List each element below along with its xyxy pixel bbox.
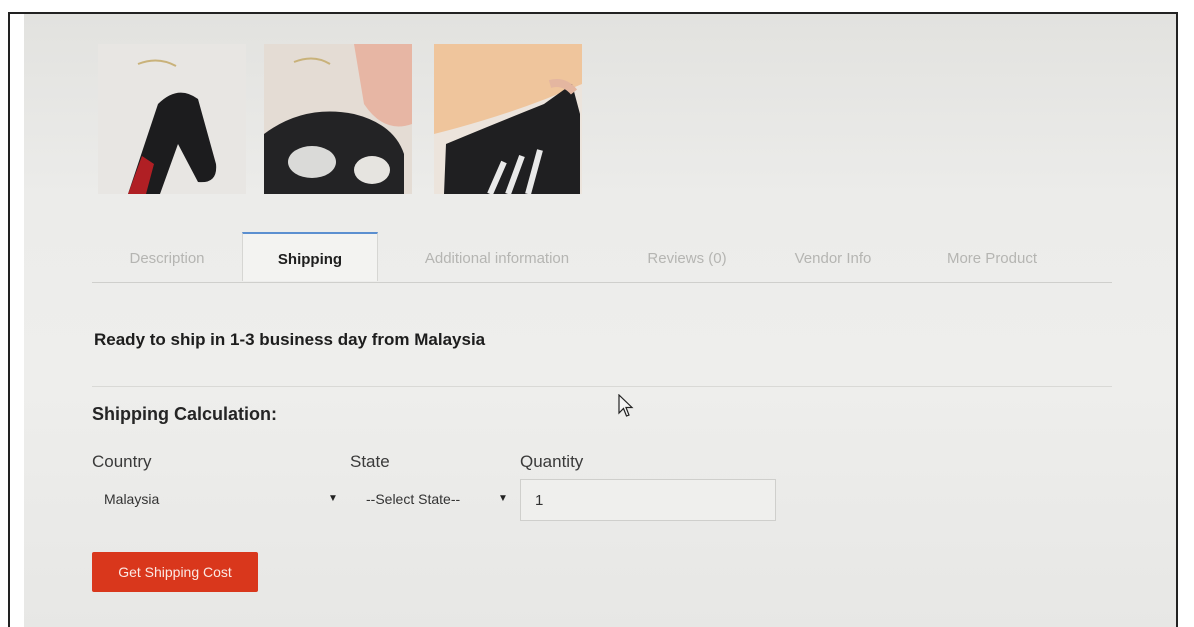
tab-shipping[interactable]: Shipping <box>242 232 378 281</box>
product-thumbnail-2[interactable] <box>264 44 412 194</box>
quantity-input[interactable] <box>520 479 776 521</box>
product-gallery <box>98 44 598 194</box>
tab-vendor-info[interactable]: Vendor Info <box>768 232 898 282</box>
product-tabs: Description Shipping Additional informat… <box>92 232 1112 283</box>
tab-description[interactable]: Description <box>92 232 242 282</box>
state-label: State <box>350 452 390 471</box>
tab-more-product[interactable]: More Product <box>912 232 1072 282</box>
mouse-pointer-icon <box>618 394 634 417</box>
divider <box>92 386 1112 387</box>
product-thumbnail-1[interactable] <box>98 44 246 194</box>
shipping-calculation-title: Shipping Calculation: <box>92 404 277 424</box>
get-shipping-cost-button[interactable]: Get Shipping Cost <box>92 552 258 592</box>
state-select[interactable]: --Select State-- ▼ <box>354 480 514 518</box>
country-select-value: Malaysia <box>104 491 160 507</box>
screen-frame: Description Shipping Additional informat… <box>8 12 1178 627</box>
country-select[interactable]: Malaysia ▼ <box>92 480 342 518</box>
product-thumbnail-3[interactable] <box>434 44 582 194</box>
product-page: Description Shipping Additional informat… <box>24 14 1176 627</box>
tab-additional-information[interactable]: Additional information <box>392 232 602 282</box>
tab-reviews[interactable]: Reviews (0) <box>622 232 752 282</box>
country-label: Country <box>92 452 152 471</box>
quantity-label: Quantity <box>520 452 584 471</box>
state-select-value: --Select State-- <box>366 491 461 507</box>
chevron-down-icon: ▼ <box>328 493 338 504</box>
ready-to-ship-text: Ready to ship in 1-3 business day from M… <box>94 330 486 349</box>
chevron-down-icon: ▼ <box>498 493 508 504</box>
